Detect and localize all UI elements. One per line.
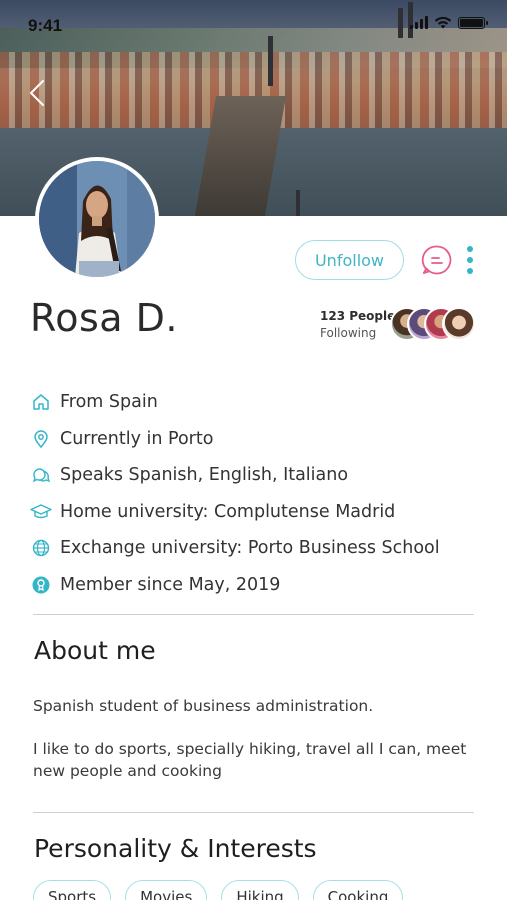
info-text: Member since May, 2019	[60, 574, 281, 595]
info-text: From Spain	[60, 392, 158, 413]
section-divider	[33, 812, 474, 813]
profile-name: Rosa D.	[30, 296, 178, 340]
info-text: Currently in Porto	[60, 428, 214, 449]
back-arrow-icon[interactable]	[26, 78, 48, 108]
profile-info-list: From Spain Currently in Porto Speaks Spa…	[30, 384, 480, 603]
following-count: 123 People	[320, 309, 396, 323]
following-avatars[interactable]	[390, 307, 476, 341]
interests-title: Personality & Interests	[34, 834, 317, 863]
info-text: Speaks Spanish, English, Italiano	[60, 465, 349, 486]
interest-tags: Sports Movies Hiking Cooking	[33, 880, 404, 900]
info-item-location: Currently in Porto	[30, 421, 480, 458]
location-pin-icon	[30, 428, 52, 450]
avatar[interactable]	[35, 157, 159, 281]
battery-icon	[458, 17, 488, 29]
avatar-photo	[39, 161, 155, 277]
chat-bubble-icon[interactable]	[421, 244, 453, 276]
info-item-origin: From Spain	[30, 384, 480, 421]
avatar	[442, 307, 476, 341]
info-item-languages: Speaks Spanish, English, Italiano	[30, 457, 480, 494]
cover-spire	[398, 8, 403, 38]
home-icon	[30, 391, 52, 413]
info-text: Exchange university: Porto Business Scho…	[60, 538, 440, 559]
info-item-exchange-university: Exchange university: Porto Business Scho…	[30, 530, 480, 567]
cover-spire	[268, 36, 273, 86]
interest-tag[interactable]: Sports	[33, 880, 112, 900]
info-item-member-since: Member since May, 2019	[30, 567, 480, 604]
info-item-home-university: Home university: Complutense Madrid	[30, 494, 480, 531]
about-description: Spanish student of business administrati…	[33, 695, 473, 803]
info-text: Home university: Complutense Madrid	[60, 501, 396, 522]
about-title: About me	[34, 636, 156, 665]
signal-icon	[410, 16, 428, 29]
about-paragraph: I like to do sports, specially hiking, t…	[33, 740, 467, 780]
interest-tag[interactable]: Movies	[125, 880, 208, 900]
speech-bubbles-icon	[30, 464, 52, 486]
member-badge-icon	[30, 574, 52, 596]
globe-icon	[30, 537, 52, 559]
interest-tag[interactable]: Cooking	[312, 880, 404, 900]
graduation-cap-icon	[30, 501, 52, 523]
following-summary[interactable]: 123 People Following	[320, 309, 395, 340]
status-time: 9:41	[28, 16, 63, 35]
section-divider	[33, 614, 474, 615]
interest-tag[interactable]: Hiking	[221, 880, 299, 900]
status-icons	[410, 16, 488, 29]
more-options-icon[interactable]	[463, 244, 477, 276]
unfollow-button[interactable]: Unfollow	[295, 240, 404, 280]
about-paragraph: Spanish student of business administrati…	[33, 697, 374, 715]
wifi-icon	[434, 16, 452, 29]
cover-spire	[296, 190, 300, 216]
following-label: Following	[320, 326, 377, 340]
